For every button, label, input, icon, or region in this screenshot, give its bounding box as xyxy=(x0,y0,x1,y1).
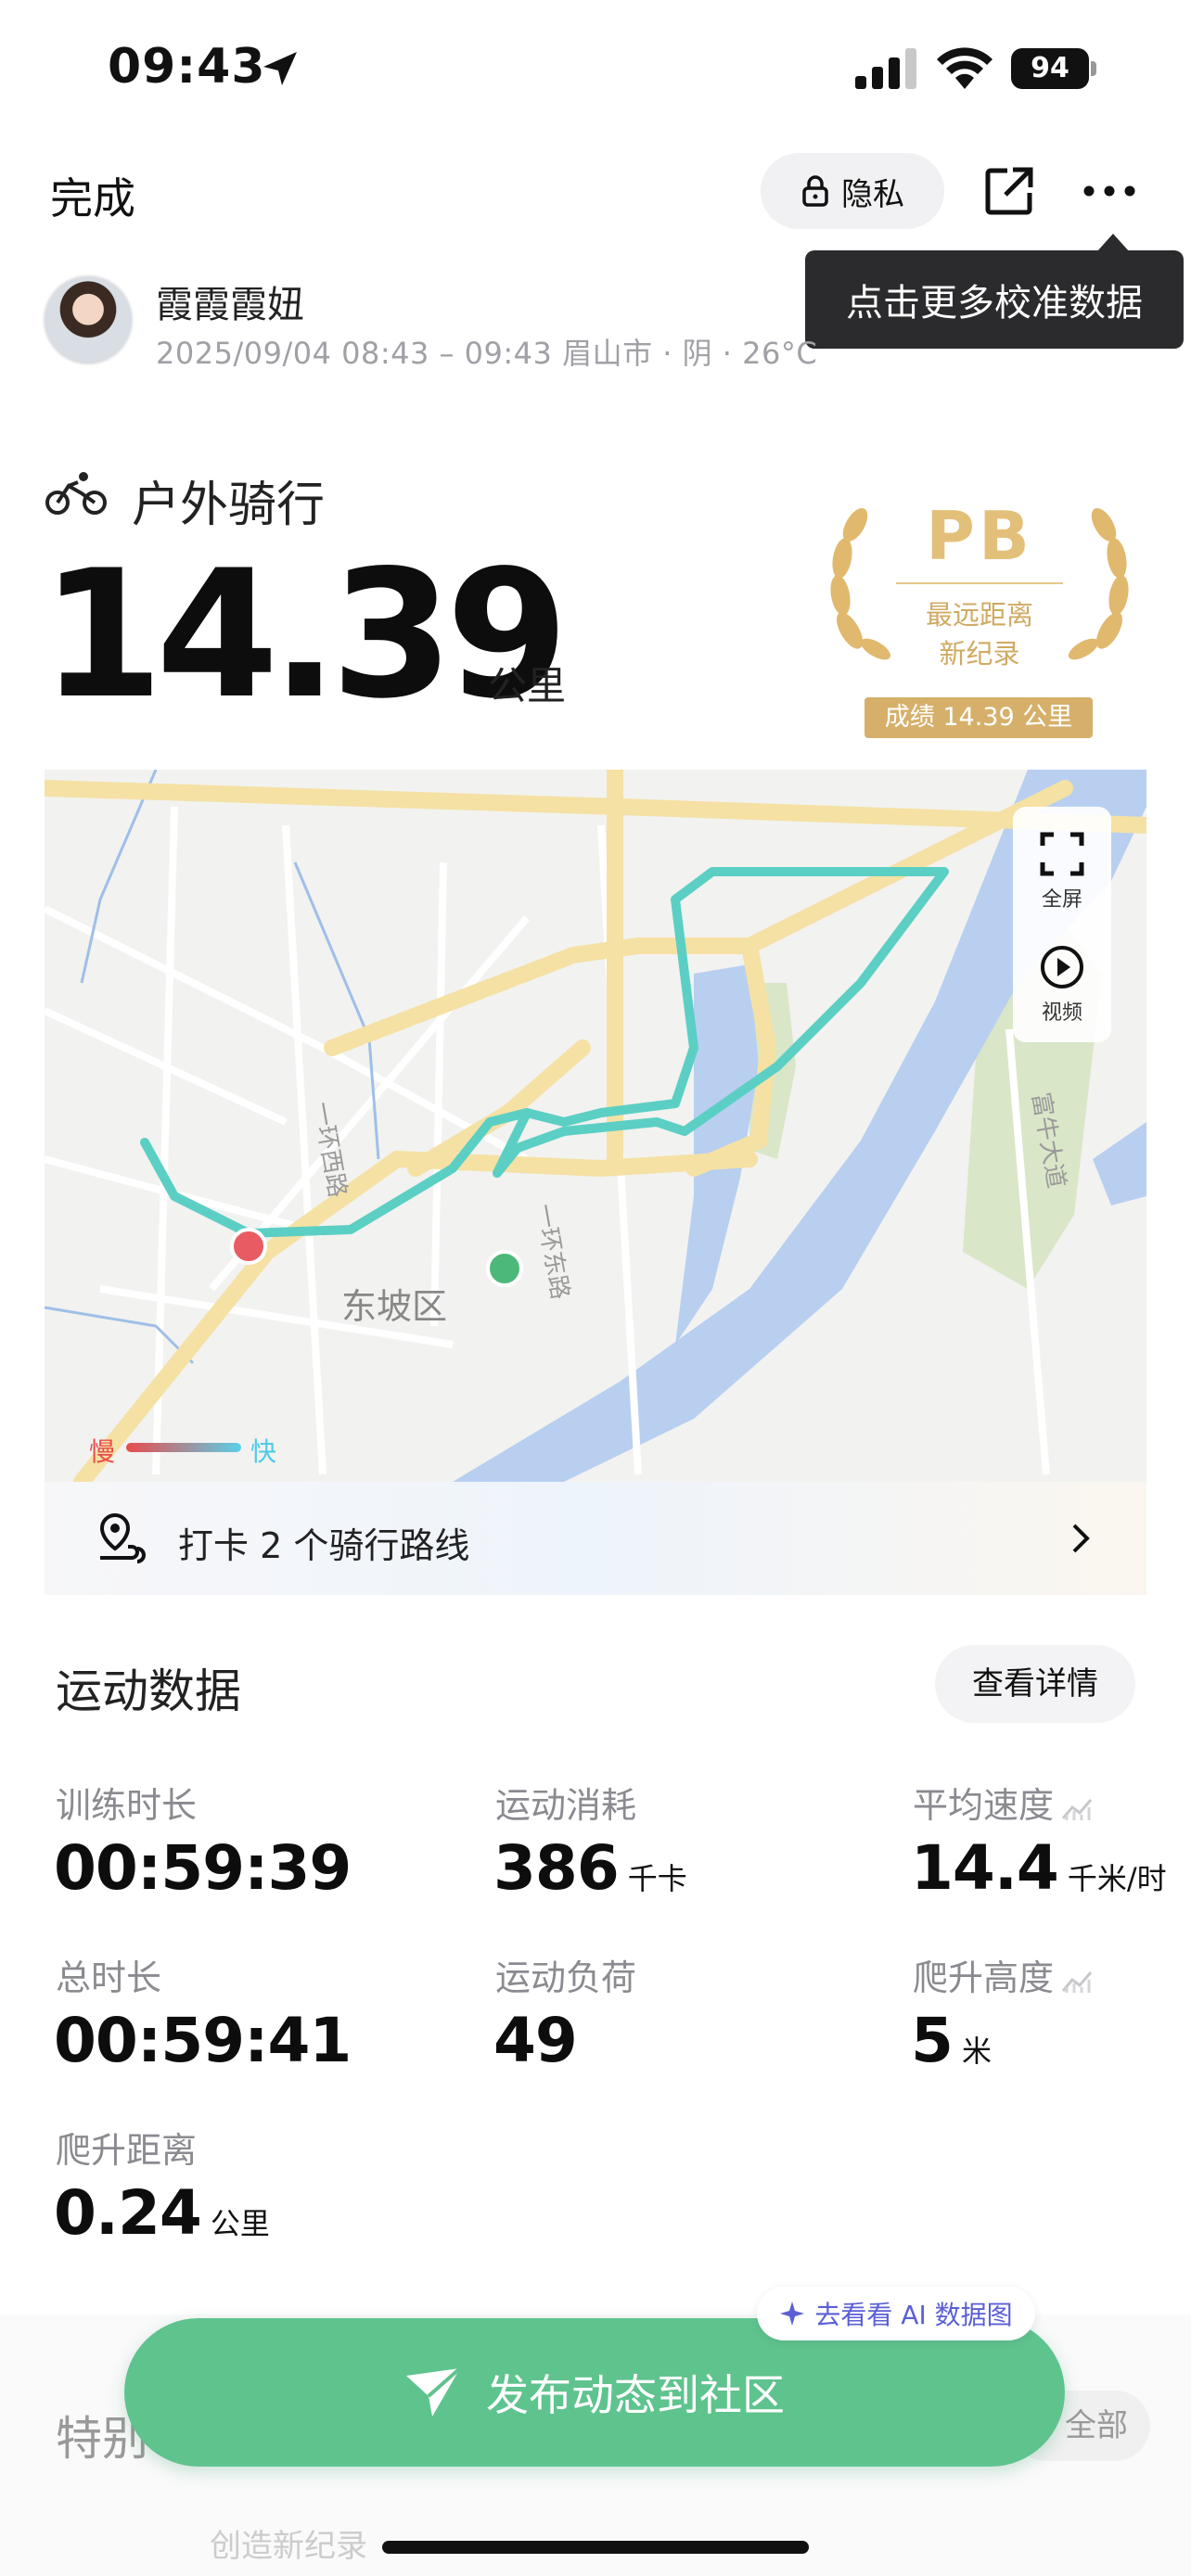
send-icon xyxy=(406,2366,462,2417)
pb-letters: PB xyxy=(926,497,1033,575)
speed-legend-bar xyxy=(126,1443,241,1452)
stat-value: 00:59:41 xyxy=(54,2005,352,2076)
activity-type: 户外骑行 xyxy=(132,478,326,533)
video-button[interactable]: 视频 xyxy=(1013,944,1111,1026)
route-pin-icon xyxy=(99,1512,146,1563)
pb-badge[interactable]: PB 最远距离 新纪录 成绩 14.39 公里 xyxy=(816,491,1143,742)
bicycle-icon xyxy=(45,472,107,515)
view-details-button[interactable]: 查看详情 xyxy=(935,1645,1135,1723)
stat-value: 14.4 千米/时 xyxy=(911,1832,1167,1904)
more-icon[interactable] xyxy=(1082,182,1137,200)
stat-value: 0.24 公里 xyxy=(54,2177,270,2249)
district-label: 东坡区 xyxy=(341,1286,448,1327)
pb-score: 成绩 14.39 公里 xyxy=(864,697,1093,738)
svg-text:一环东路: 一环东路 xyxy=(530,1202,574,1302)
stat-label: 平均速度 xyxy=(913,1777,1095,1828)
checkin-text: 打卡 2 个骑行路线 xyxy=(178,1525,470,1566)
home-indicator xyxy=(382,2541,809,2554)
activity-meta: 2025/09/04 08:43 – 09:43 眉山市 · 阴 · 26°C xyxy=(156,336,818,371)
fullscreen-button[interactable]: 全屏 xyxy=(1013,831,1111,912)
stat-label: 训练时长 xyxy=(56,1785,198,1826)
lock-icon xyxy=(802,175,828,207)
stat-value: 5米 xyxy=(911,2005,992,2076)
ai-data-chart-chip[interactable]: 去看看 AI 数据图 xyxy=(757,2287,1035,2340)
route-path xyxy=(140,867,949,1238)
wifi-icon xyxy=(937,47,992,89)
trend-chart-icon xyxy=(1061,1798,1093,1820)
fullscreen-icon xyxy=(1040,832,1084,876)
stat-label: 运动负荷 xyxy=(495,1958,637,1998)
stat-label: 运动消耗 xyxy=(495,1785,637,1826)
status-time: 09:43 xyxy=(108,39,266,95)
end-marker xyxy=(486,1250,523,1287)
publish-label: 发布动态到社区 xyxy=(486,2370,785,2420)
stat-value: 49 xyxy=(493,2005,578,2076)
stat-unit: 米 xyxy=(961,2034,992,2069)
cellular-signal-icon xyxy=(855,48,916,89)
stat-unit: 公里 xyxy=(210,2206,270,2241)
privacy-button[interactable]: 隐私 xyxy=(761,153,944,229)
tooltip-arrow xyxy=(1096,234,1130,252)
stat-value: 00:59:39 xyxy=(54,1832,352,1904)
route-map[interactable]: 一环西路 一环东路 富牛大道 xyxy=(45,770,1146,1482)
svg-text:一环西路: 一环西路 xyxy=(307,1100,352,1200)
start-marker xyxy=(230,1228,267,1265)
calibration-tooltip[interactable]: 点击更多校准数据 xyxy=(805,250,1184,349)
done-button[interactable]: 完成 xyxy=(50,165,135,226)
privacy-label: 隐私 xyxy=(841,175,904,213)
sparkle-icon xyxy=(780,2302,805,2326)
speed-legend-fast: 快 xyxy=(250,1436,277,1467)
map-canvas: 一环西路 一环东路 富牛大道 xyxy=(45,770,1146,1482)
ai-chip-label: 去看看 AI 数据图 xyxy=(814,2300,1013,2330)
video-label: 视频 xyxy=(1041,1001,1082,1025)
location-arrow-icon xyxy=(263,52,297,85)
speed-legend-slow: 慢 xyxy=(89,1436,116,1467)
stats-title: 运动数据 xyxy=(56,1664,241,1718)
publish-to-community-button[interactable]: 发布动态到社区 xyxy=(124,2318,1065,2467)
pb-subtitle: 新纪录 xyxy=(939,638,1020,670)
stat-label: 爬升距离 xyxy=(56,2130,198,2171)
trend-chart-icon xyxy=(1061,1970,1093,1993)
stat-value: 386 千卡 xyxy=(493,1832,687,1904)
battery-level: 94 xyxy=(1011,48,1089,89)
distance-unit: 公里 xyxy=(488,663,567,708)
stat-unit: 千米/时 xyxy=(1067,1861,1167,1896)
lake xyxy=(1093,1122,1146,1205)
status-bar: 09:43 94 xyxy=(0,0,1191,139)
share-icon[interactable] xyxy=(983,165,1035,217)
stat-unit: 千卡 xyxy=(627,1861,687,1896)
play-icon xyxy=(1041,946,1083,988)
avatar[interactable] xyxy=(43,274,134,365)
map-controls: 全屏 视频 xyxy=(1013,807,1111,1042)
distance-value: 14.39 xyxy=(41,532,569,737)
record-hint: 创造新纪录 xyxy=(210,2528,367,2565)
fullscreen-label: 全屏 xyxy=(1041,888,1082,912)
battery-icon: 94 xyxy=(1011,48,1096,89)
pb-title: 最远距离 xyxy=(925,599,1033,631)
stat-label: 总时长 xyxy=(56,1958,162,1998)
stat-label: 爬升高度 xyxy=(913,1949,1095,2000)
user-name[interactable]: 霞霞霞妞 xyxy=(156,274,304,328)
chevron-right-icon xyxy=(1072,1524,1090,1553)
checkin-route-banner[interactable]: 打卡 2 个骑行路线 xyxy=(45,1482,1146,1595)
